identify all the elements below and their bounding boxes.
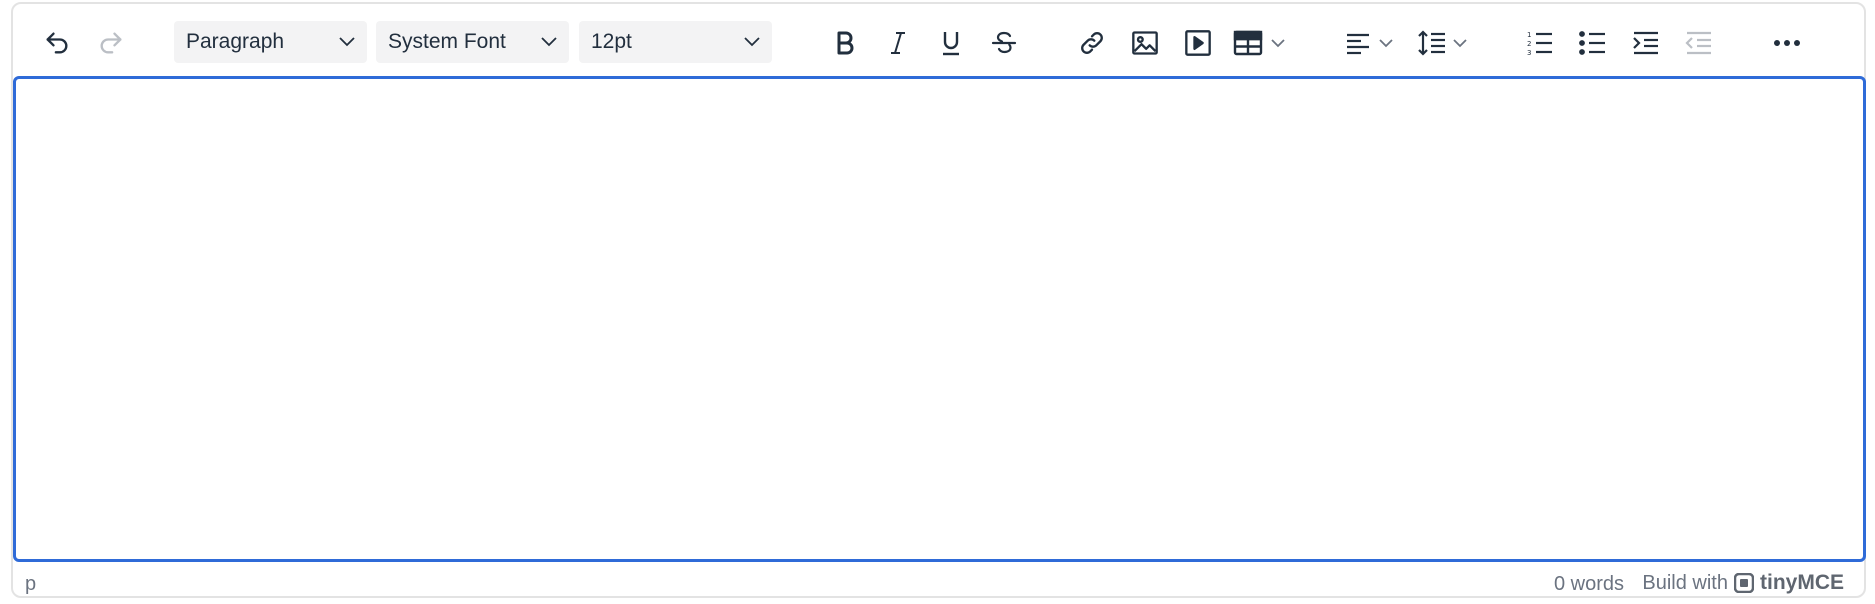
chevron-down-icon <box>339 37 355 47</box>
tinymce-logo-icon <box>1734 573 1754 593</box>
font-family-select[interactable]: System Font <box>376 21 569 63</box>
italic-button[interactable] <box>876 21 920 65</box>
editor-content-area[interactable] <box>13 76 1866 562</box>
strikethrough-icon <box>991 31 1017 54</box>
brand-link[interactable]: Build with tinyMCE <box>1642 571 1844 595</box>
underline-icon <box>943 32 959 56</box>
media-icon <box>1185 30 1211 56</box>
strikethrough-button[interactable] <box>982 21 1026 65</box>
indent-icon <box>1633 31 1658 55</box>
font-family-value: System Font <box>388 30 506 53</box>
font-size-value: 12pt <box>591 30 632 53</box>
bold-button[interactable] <box>823 21 867 65</box>
image-icon <box>1132 31 1158 55</box>
chevron-down-icon <box>1453 38 1467 47</box>
more-button[interactable] <box>1765 21 1809 65</box>
align-left-icon <box>1347 33 1369 55</box>
link-button[interactable] <box>1070 21 1114 65</box>
rich-text-editor: Paragraph System Font 12pt 1 2 3 p 0 wor… <box>11 2 1866 598</box>
statusbar: p 0 words Build with tinyMCE <box>13 567 1864 597</box>
word-count[interactable]: 0 words <box>1554 573 1624 596</box>
bold-icon <box>837 31 854 55</box>
chevron-down-icon <box>1271 38 1285 47</box>
outdent-button[interactable] <box>1677 21 1721 65</box>
font-size-select[interactable]: 12pt <box>579 21 772 63</box>
block-format-select[interactable]: Paragraph <box>174 21 367 63</box>
table-icon <box>1233 30 1263 56</box>
undo-icon <box>46 32 68 54</box>
redo-button[interactable] <box>89 21 133 65</box>
unordered-list-button[interactable] <box>1571 21 1615 65</box>
outdent-icon <box>1685 31 1711 55</box>
line-height-icon <box>1418 30 1445 56</box>
chevron-down-icon <box>541 37 557 47</box>
svg-text:2: 2 <box>1527 40 1531 48</box>
chevron-down-icon <box>744 37 760 47</box>
toolbar: Paragraph System Font 12pt 1 2 3 <box>13 4 1864 76</box>
unordered-list-icon <box>1579 31 1605 55</box>
block-format-value: Paragraph <box>186 30 285 53</box>
brand-name: tinyMCE <box>1760 571 1844 594</box>
ordered-list-button[interactable]: 1 2 3 <box>1518 21 1562 65</box>
table-button[interactable] <box>1233 21 1285 65</box>
svg-text:3: 3 <box>1527 49 1531 57</box>
indent-button[interactable] <box>1624 21 1668 65</box>
element-path[interactable]: p <box>25 573 36 596</box>
line-height-button[interactable] <box>1417 21 1467 65</box>
redo-icon <box>100 32 122 54</box>
svg-text:1: 1 <box>1527 31 1531 39</box>
link-icon <box>1081 32 1103 54</box>
italic-icon <box>891 32 905 54</box>
align-button[interactable] <box>1345 21 1393 65</box>
chevron-down-icon <box>1379 38 1393 47</box>
ordered-list-icon: 1 2 3 <box>1527 31 1552 57</box>
image-button[interactable] <box>1123 21 1167 65</box>
more-icon <box>1774 40 1800 46</box>
undo-button[interactable] <box>35 21 79 65</box>
media-button[interactable] <box>1176 21 1220 65</box>
build-with-label: Build with <box>1642 571 1728 594</box>
underline-button[interactable] <box>929 21 973 65</box>
